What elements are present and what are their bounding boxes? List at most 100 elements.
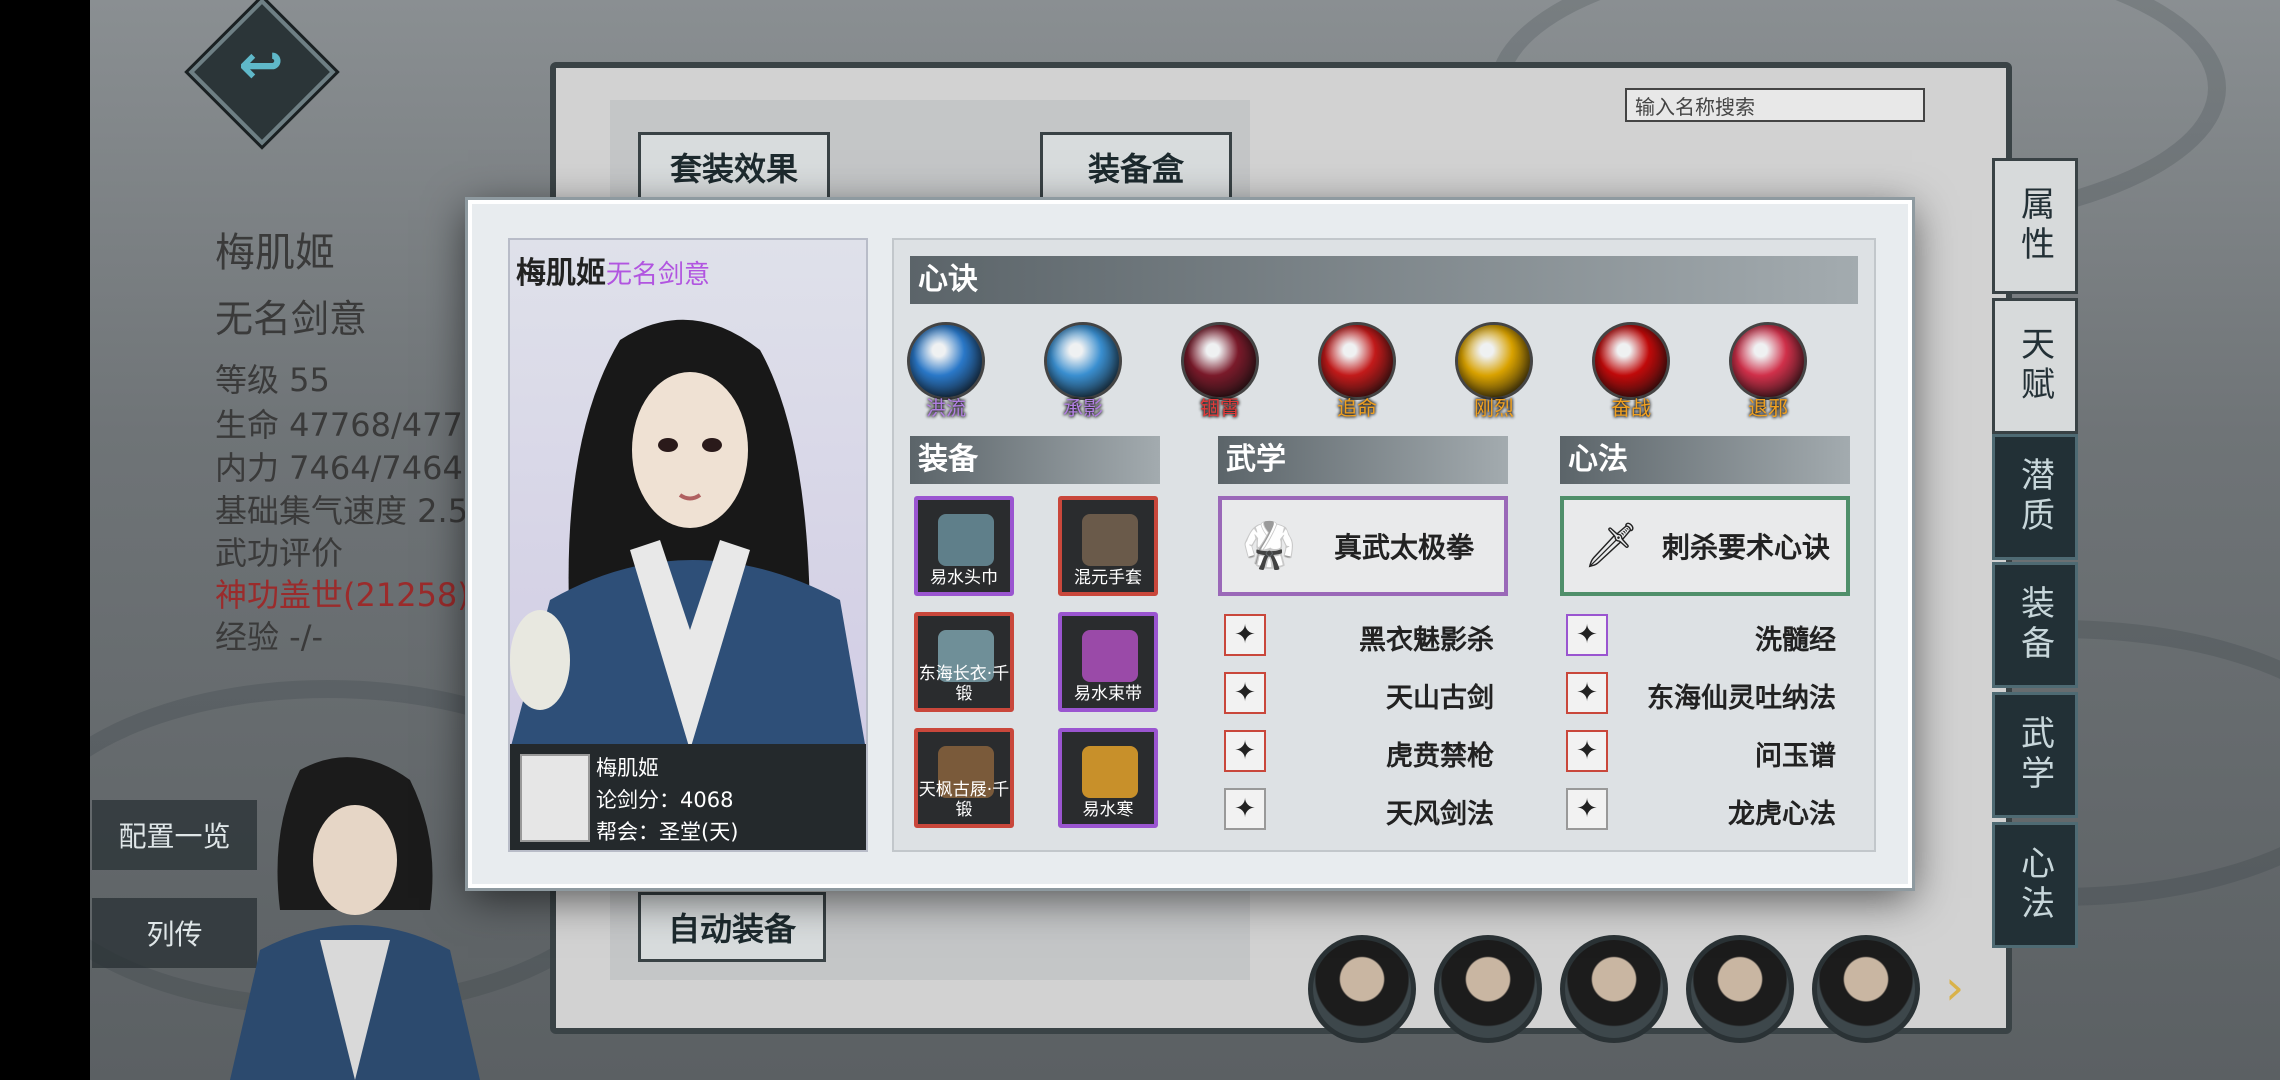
mental-method-icon: ✦ bbox=[1566, 788, 1608, 830]
guild-name: 帮会：圣堂(天) bbox=[596, 820, 739, 844]
list-item[interactable]: ✦ 天山古剑 bbox=[1224, 672, 1494, 716]
mental-method-icon: ✦ bbox=[1566, 614, 1608, 656]
skill-label: 奋战 bbox=[1611, 396, 1651, 420]
list-item-label: 东海仙灵吐纳法 bbox=[1647, 683, 1836, 714]
qi-speed-text: 基础集气速度 2.5 bbox=[215, 492, 469, 530]
skill-label: 退邪 bbox=[1748, 396, 1788, 420]
skill-slot[interactable]: 洪流 bbox=[906, 322, 986, 421]
rating-label: 武功评价 bbox=[215, 534, 344, 572]
list-item-label: 天风剑法 bbox=[1386, 799, 1494, 830]
wuxue-main-slot[interactable]: 🥋 真武太极拳 bbox=[1218, 496, 1508, 596]
equipment-label: 易水束带 bbox=[1074, 684, 1142, 704]
mp-text: 内力 7464/7464 bbox=[215, 449, 463, 487]
equipment-slot[interactable]: 天枫古屐·千锻 bbox=[914, 728, 1014, 828]
equipment-label: 东海长衣·千锻 bbox=[918, 664, 1010, 704]
list-item-label: 龙虎心法 bbox=[1728, 799, 1836, 830]
level-text: 等级 55 bbox=[215, 361, 330, 399]
list-item-label: 洗髓经 bbox=[1755, 625, 1836, 656]
fist-stance-icon: 🥋 bbox=[1241, 520, 1297, 571]
detail-panel: 心诀 洪流 承影 锢霄 追命 刚烈 奋战 退邪 装备 武学 心法 易水头巾 混元手套 东海长衣·… bbox=[892, 238, 1876, 852]
tab-potential[interactable]: 潜质 bbox=[1992, 434, 2078, 560]
skill-orb-icon bbox=[1729, 322, 1807, 400]
character-portrait[interactable] bbox=[1686, 935, 1794, 1043]
martial-art-icon: ✦ bbox=[1224, 788, 1266, 830]
skill-orb-icon bbox=[1455, 322, 1533, 400]
equipment-item-icon bbox=[938, 514, 994, 566]
sword-score: 论剑分：4068 bbox=[596, 788, 734, 812]
character-portrait[interactable] bbox=[1560, 935, 1668, 1043]
skill-label: 洪流 bbox=[926, 396, 966, 420]
list-item[interactable]: ✦ 天风剑法 bbox=[1224, 788, 1494, 832]
list-item[interactable]: ✦ 东海仙灵吐纳法 bbox=[1566, 672, 1836, 716]
skill-orb-icon bbox=[1044, 322, 1122, 400]
exp-text: 经验 -/- bbox=[215, 618, 324, 656]
hp-text: 生命 47768/4776 bbox=[215, 406, 484, 444]
character-name: 梅肌姬 bbox=[215, 230, 335, 276]
equipment-label: 天枫古屐·千锻 bbox=[918, 780, 1010, 820]
character-card: 梅肌姬 无名剑意 梅肌姬 论剑分：4068 帮会：圣堂(天) bbox=[508, 238, 868, 852]
skill-orb-icon bbox=[1318, 322, 1396, 400]
list-item[interactable]: ✦ 黑衣魅影杀 bbox=[1224, 614, 1494, 658]
section-xinfa: 心法 bbox=[1560, 436, 1850, 484]
auto-equip-button[interactable]: 自动装备 bbox=[638, 892, 826, 962]
equipment-item-icon bbox=[1082, 746, 1138, 798]
list-item-label: 黑衣魅影杀 bbox=[1359, 625, 1494, 656]
wuxue-main-label: 真武太极拳 bbox=[1333, 531, 1474, 564]
rating-value: 神功盖世(21258) bbox=[215, 576, 470, 614]
card-footer: 梅肌姬 论剑分：4068 帮会：圣堂(天) bbox=[510, 744, 866, 850]
skill-orb-icon bbox=[1592, 322, 1670, 400]
equip-box-button[interactable]: 装备盒 bbox=[1040, 132, 1232, 202]
skill-slot[interactable]: 退邪 bbox=[1728, 322, 1808, 421]
footer-name: 梅肌姬 bbox=[596, 756, 659, 780]
equipment-slot[interactable]: 混元手套 bbox=[1058, 496, 1158, 596]
xinfa-main-slot[interactable]: 🗡 刺杀要术心诀 bbox=[1560, 496, 1850, 596]
chevron-right-icon[interactable]: › bbox=[1945, 960, 1964, 1016]
equipment-slot[interactable]: 易水寒 bbox=[1058, 728, 1158, 828]
equipment-label: 易水寒 bbox=[1082, 800, 1134, 820]
skill-slot[interactable]: 奋战 bbox=[1591, 322, 1671, 421]
section-equipment: 装备 bbox=[910, 436, 1160, 484]
equipment-slot[interactable]: 东海长衣·千锻 bbox=[914, 612, 1014, 712]
set-effect-button[interactable]: 套装效果 bbox=[638, 132, 830, 202]
card-character-title: 无名剑意 bbox=[606, 260, 711, 290]
character-portrait[interactable] bbox=[1308, 935, 1416, 1043]
mental-method-icon: ✦ bbox=[1566, 672, 1608, 714]
equipment-slot[interactable]: 易水头巾 bbox=[914, 496, 1014, 596]
equipment-label: 混元手套 bbox=[1074, 568, 1142, 588]
tab-attributes[interactable]: 属性 bbox=[1992, 158, 2078, 294]
skill-slot[interactable]: 追命 bbox=[1317, 322, 1397, 421]
character-portrait[interactable] bbox=[1812, 935, 1920, 1043]
list-item-label: 天山古剑 bbox=[1386, 683, 1494, 714]
mental-method-icon: ✦ bbox=[1566, 730, 1608, 772]
character-portrait[interactable] bbox=[1434, 935, 1542, 1043]
skill-slot[interactable]: 锢霄 bbox=[1180, 322, 1260, 421]
section-xinjue: 心诀 bbox=[910, 256, 1858, 304]
list-item[interactable]: ✦ 虎贲禁枪 bbox=[1224, 730, 1494, 774]
skill-slot[interactable]: 承影 bbox=[1043, 322, 1123, 421]
character-detail-popup: 梅肌姬 无名剑意 梅肌姬 论剑分：4068 帮会：圣堂(天) 心诀 洪流 承影 锢霄 追… bbox=[468, 200, 1912, 888]
tab-martial-arts[interactable]: 武学 bbox=[1992, 692, 2078, 818]
skill-label: 锢霄 bbox=[1200, 396, 1240, 420]
martial-art-icon: ✦ bbox=[1224, 730, 1266, 772]
list-item[interactable]: ✦ 洗髓经 bbox=[1566, 614, 1836, 658]
martial-art-icon: ✦ bbox=[1224, 672, 1266, 714]
skill-orb-icon bbox=[1181, 322, 1259, 400]
list-item[interactable]: ✦ 问玉谱 bbox=[1566, 730, 1836, 774]
skill-slot[interactable]: 刚烈 bbox=[1454, 322, 1534, 421]
skill-label: 承影 bbox=[1063, 396, 1103, 420]
martial-art-icon: ✦ bbox=[1224, 614, 1266, 656]
list-item-label: 虎贲禁枪 bbox=[1386, 741, 1494, 772]
list-item-label: 问玉谱 bbox=[1755, 741, 1836, 772]
equipment-item-icon bbox=[1082, 514, 1138, 566]
equipment-slot[interactable]: 易水束带 bbox=[1058, 612, 1158, 712]
tab-equipment[interactable]: 装备 bbox=[1992, 562, 2078, 688]
tab-talent[interactable]: 天赋 bbox=[1992, 298, 2078, 434]
list-item[interactable]: ✦ 龙虎心法 bbox=[1566, 788, 1836, 832]
equipment-item-icon bbox=[1082, 630, 1138, 682]
tab-mental-method[interactable]: 心法 bbox=[1992, 822, 2078, 948]
character-portrait-illustration bbox=[510, 319, 866, 750]
character-thumbnail bbox=[520, 754, 590, 842]
return-arrow-icon[interactable]: ↩ bbox=[226, 30, 296, 100]
character-title: 无名剑意 bbox=[215, 297, 368, 341]
search-input[interactable]: 输入名称搜索 bbox=[1625, 88, 1925, 122]
